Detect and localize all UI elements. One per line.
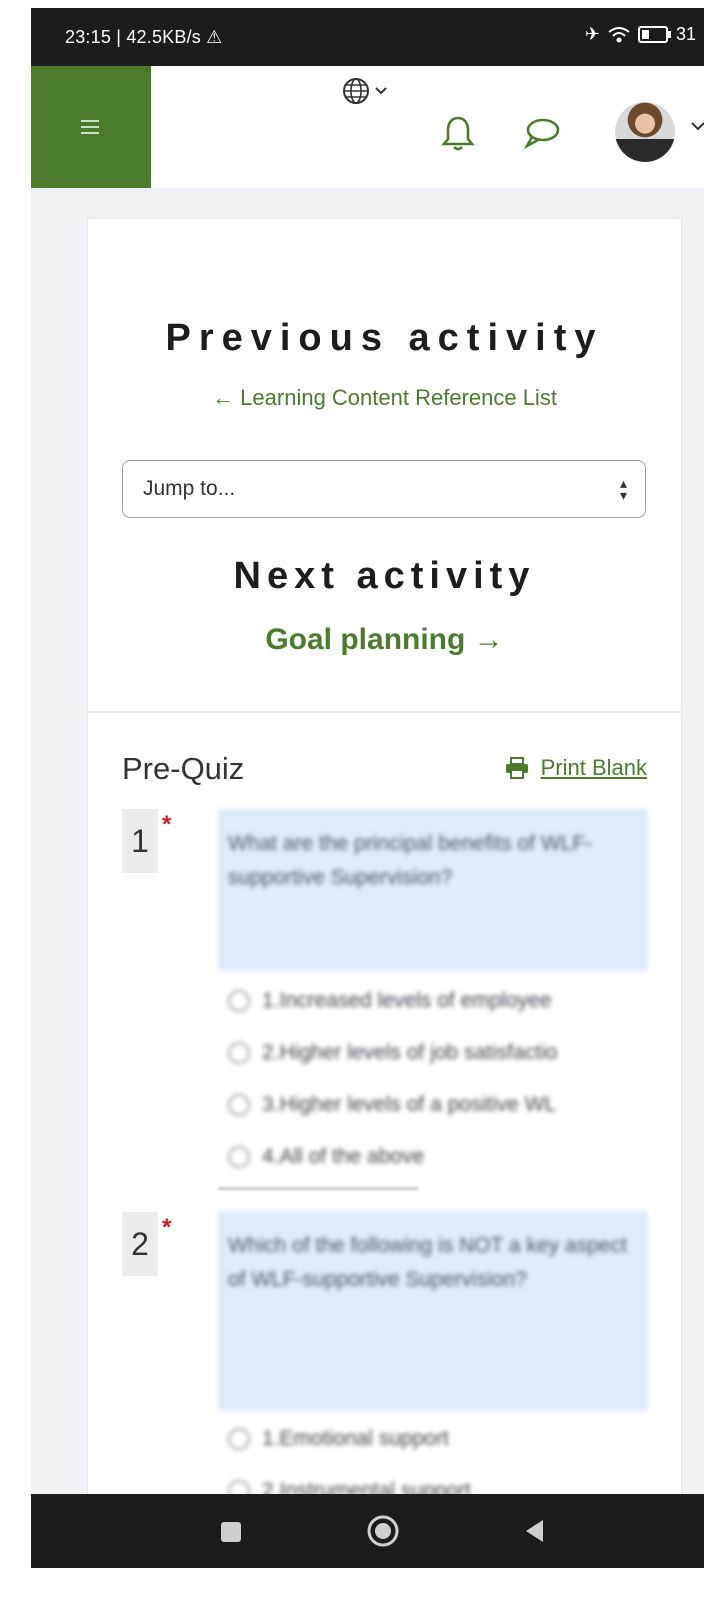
option-label: 1.Emotional support — [262, 1427, 449, 1450]
radio-button[interactable] — [228, 1042, 250, 1064]
previous-activity-link[interactable]: ← Learning Content Reference List — [88, 385, 681, 411]
answer-option[interactable]: 1.Increased levels of employee — [228, 983, 658, 1019]
recents-button[interactable] — [219, 1520, 243, 1549]
quiz-title: Pre-Quiz — [122, 751, 245, 786]
chevron-down-icon — [375, 87, 387, 95]
print-blank-label: Print Blank — [540, 755, 647, 780]
menu-icon — [81, 120, 99, 134]
question-text: Which of the following is NOT a key aspe… — [218, 1211, 648, 1411]
chat-icon — [523, 118, 560, 150]
select-caret-icon: ▴ ▾ — [619, 475, 627, 503]
home-button[interactable] — [366, 1514, 400, 1553]
site-header — [31, 66, 704, 188]
messages-button[interactable] — [523, 116, 561, 155]
phone-screen: 23:15 | 42.5KB/s ⚠ ✈ 31 Previous activit… — [31, 8, 704, 1568]
question-number: 2 — [122, 1212, 158, 1276]
wifi-icon — [608, 26, 630, 42]
radio-button[interactable] — [228, 1428, 250, 1450]
jump-to-select[interactable]: Jump to... ▴ ▾ — [122, 460, 646, 518]
language-menu[interactable] — [341, 76, 387, 106]
avatar[interactable] — [615, 102, 675, 162]
radio-button[interactable] — [228, 1094, 250, 1116]
required-mark: * — [162, 1214, 172, 1241]
divider — [88, 711, 681, 713]
next-activity-link[interactable]: Goal planning → — [88, 623, 681, 657]
square-icon — [221, 1522, 241, 1542]
status-bar: 23:15 | 42.5KB/s ⚠ ✈ 31 — [31, 8, 704, 66]
next-activity-heading: Next activity — [233, 555, 536, 597]
answer-option[interactable]: 3.Higher levels of a positive WL — [228, 1087, 658, 1123]
chevron-down-icon[interactable] — [691, 122, 704, 132]
option-label: 2.Higher levels of job satisfactio — [262, 1041, 558, 1064]
printer-icon — [505, 757, 528, 779]
status-time-speed: 23:15 | 42.5KB/s ⚠ — [65, 27, 223, 48]
answer-option[interactable]: 4.All of the above — [228, 1139, 658, 1175]
question-number: 1 — [122, 809, 158, 873]
answer-option[interactable]: 2.Higher levels of job satisfactio — [228, 1035, 658, 1071]
bell-icon — [441, 116, 475, 151]
previous-activity-heading: Previous activity — [165, 317, 604, 359]
airplane-icon: ✈ — [584, 24, 600, 44]
time-speed-text: 23:15 | 42.5KB/s — [65, 27, 201, 47]
radio-button[interactable] — [228, 990, 250, 1012]
menu-button[interactable] — [31, 66, 151, 188]
system-navigation-bar — [31, 1494, 704, 1568]
required-mark: * — [162, 811, 172, 838]
globe-icon — [343, 78, 369, 104]
home-circle-icon — [367, 1515, 399, 1547]
battery-percent: 31 — [675, 24, 696, 44]
content-card: Previous activity ← Learning Content Ref… — [87, 218, 682, 1568]
radio-button[interactable] — [228, 1146, 250, 1168]
option-label: 3.Higher levels of a positive WL — [262, 1093, 557, 1116]
notifications-button[interactable] — [441, 114, 475, 157]
back-button[interactable] — [523, 1518, 545, 1549]
option-label: 4.All of the above — [262, 1145, 425, 1168]
print-blank-link[interactable]: Print Blank — [505, 755, 647, 781]
jump-to-value: Jump to... — [143, 477, 236, 500]
option-label: 1.Increased levels of employee — [262, 989, 552, 1012]
battery-icon — [637, 26, 671, 43]
answer-option[interactable]: 1.Emotional support — [228, 1421, 658, 1457]
divider — [218, 1187, 418, 1190]
sync-off-icon: ⚠ — [206, 27, 223, 47]
status-icons: ✈ 31 — [585, 24, 696, 45]
question-text: What are the principal benefits of WLF-s… — [218, 809, 648, 971]
back-triangle-icon — [526, 1520, 543, 1542]
